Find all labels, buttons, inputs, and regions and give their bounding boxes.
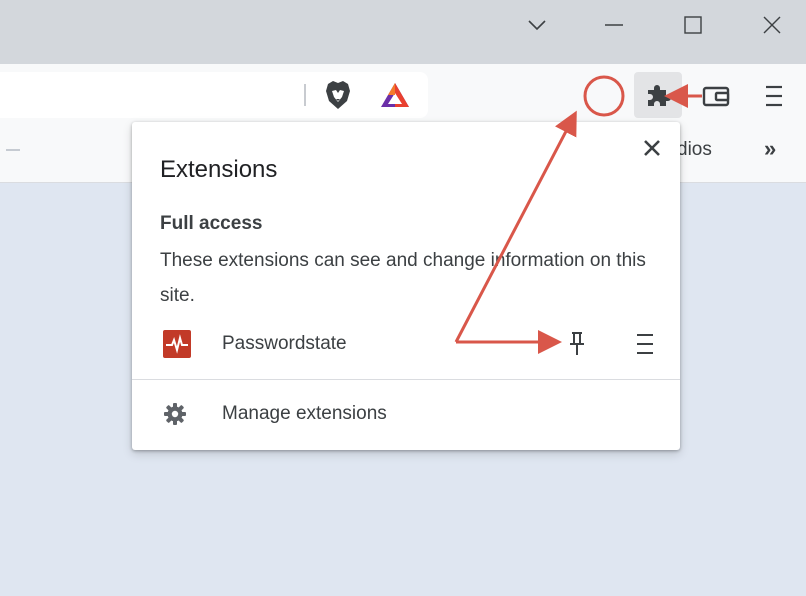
title-bar (0, 0, 806, 64)
hamburger-menu-icon (637, 334, 653, 354)
brave-rewards-triangle-icon (381, 83, 409, 107)
pin-extension-button[interactable] (564, 330, 590, 358)
manage-extensions-button[interactable]: Manage extensions (132, 392, 680, 436)
tab-search-button[interactable] (510, 0, 564, 50)
omnibox-separator (304, 84, 306, 106)
bookmark-separator (6, 149, 20, 151)
minimize-button[interactable] (587, 0, 641, 50)
popup-divider (132, 379, 680, 380)
hamburger-menu-icon (766, 85, 782, 107)
extension-placeholder-button[interactable] (584, 78, 624, 114)
close-icon (644, 140, 660, 156)
bookmarks-overflow-button[interactable]: » (764, 136, 776, 162)
toolbar (0, 64, 806, 122)
puzzle-piece-icon (648, 85, 671, 106)
extensions-button[interactable] (634, 72, 682, 118)
bookmark-item[interactable]: dios (677, 139, 712, 161)
manage-extensions-label: Manage extensions (222, 403, 387, 424)
minimize-icon (605, 24, 623, 26)
extensions-popup: Extensions Full access These extensions … (132, 122, 680, 450)
brave-shields-button[interactable] (320, 78, 356, 112)
extension-menu-button[interactable] (632, 330, 658, 358)
gear-icon (163, 402, 187, 426)
maximize-icon (684, 16, 702, 34)
extension-name: Passwordstate (222, 333, 347, 354)
extension-row[interactable]: Passwordstate (132, 322, 680, 366)
maximize-button[interactable] (666, 0, 720, 50)
pin-icon (570, 332, 584, 355)
close-icon (763, 16, 781, 34)
section-description: These extensions can see and change info… (160, 250, 646, 306)
section-heading: Full access (160, 213, 263, 234)
main-menu-button[interactable] (756, 78, 792, 114)
passwordstate-icon (163, 330, 191, 358)
chevron-down-icon (528, 20, 546, 31)
popup-title: Extensions (160, 156, 278, 183)
close-window-button[interactable] (745, 0, 799, 50)
brave-lion-icon (326, 81, 350, 109)
wallet-icon (702, 86, 730, 107)
popup-close-button[interactable] (640, 136, 664, 160)
brave-rewards-button[interactable] (376, 78, 414, 112)
wallet-button[interactable] (696, 78, 736, 114)
address-bar[interactable] (0, 72, 428, 118)
